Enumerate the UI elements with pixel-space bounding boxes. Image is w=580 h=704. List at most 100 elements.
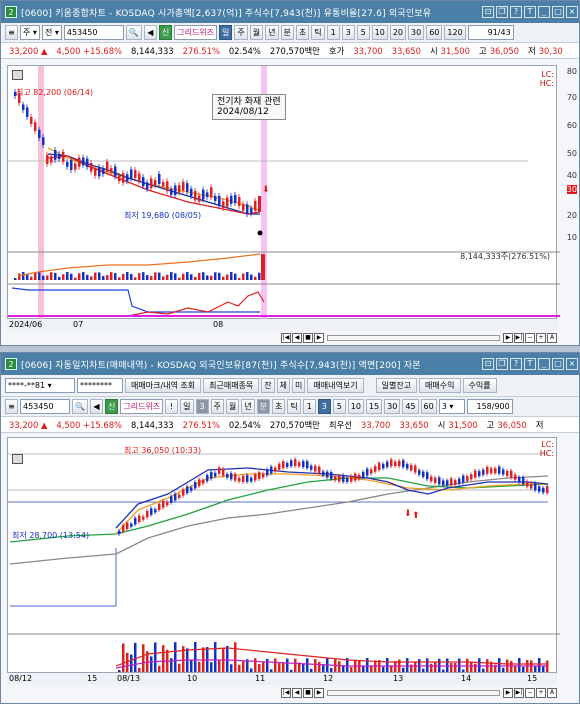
stock-name[interactable]: 그리드위즈 [120,399,164,414]
period-month[interactable]: 월 [225,399,240,414]
title-bar[interactable]: 2 [0606] 자동일지차트(매매내역) - KOSDAQ 외국인보유[87(… [1,353,579,375]
new-badge-icon[interactable]: 신 [158,25,173,40]
period-year[interactable]: 년 [265,25,279,40]
interval-5[interactable]: 5 [332,399,346,414]
scroll-track[interactable] [327,335,500,341]
period-week[interactable]: 주 [234,25,248,40]
interval-3[interactable]: 3 [317,399,331,414]
period-year[interactable]: 년 [241,399,255,414]
market-select[interactable]: 전 ▾ [41,25,62,40]
period-tick[interactable]: 틱 [287,399,301,414]
profit-rate-button[interactable]: 수익률 [462,378,497,393]
scroll-first-icon[interactable]: |◀ [281,688,291,698]
title-bar[interactable]: 2 [0600] 키움종합차트 - KOSDAQ 시가총액[2,637(억)] … [1,1,579,23]
count-input[interactable]: 91/43 [467,25,514,40]
close-icon[interactable]: × [566,358,578,370]
intraday-chart-area[interactable]: ⬇ ⬆ 최고 36,050 (10:33) 최저 28,700 (13:54) … [7,437,560,673]
period-minute[interactable]: 분 [256,399,271,414]
search-icon[interactable]: 🔍 [125,25,142,40]
interval-45[interactable]: 45 [402,399,419,414]
close-icon[interactable]: × [566,6,578,18]
interval-3[interactable]: 3 [341,25,355,40]
interval-select[interactable]: 3 ▾ [438,399,465,414]
period-tick[interactable]: 틱 [311,25,325,40]
link-icon[interactable]: ⊡ [482,358,494,370]
interval-30[interactable]: 30 [384,399,401,414]
menu-icon[interactable]: ≡ [5,399,18,414]
count-input[interactable]: 158/900 [466,399,513,414]
period-second[interactable]: 초 [295,25,310,40]
chart-menu-icon[interactable] [12,70,23,80]
stock-name[interactable]: 그리드위즈 [174,25,218,40]
minimize-icon[interactable]: _ [538,358,550,370]
help-icon[interactable]: ? [510,358,522,370]
settings-icon[interactable]: T [524,6,536,18]
scroll-last-icon[interactable]: ▶| [514,688,524,698]
recent-trades-button[interactable]: 최근매매종목 [203,378,260,393]
speaker-icon[interactable]: ◀ [143,25,157,40]
unexecuted-button[interactable]: 미 [292,378,306,393]
scroll-next-icon[interactable]: ▶ [314,333,324,343]
password-input[interactable]: ******** [77,378,123,393]
alert-button[interactable]: ! [165,399,179,414]
settings-icon[interactable]: T [524,358,536,370]
trade-profit-button[interactable]: 매매수익 [419,378,461,393]
period-second[interactable]: 초 [272,399,286,414]
interval-120[interactable]: 120 [444,25,466,40]
interval-10[interactable]: 10 [347,399,364,414]
zoom-out-icon[interactable]: − [525,688,535,698]
interval-30[interactable]: 30 [408,25,425,40]
stop-icon[interactable]: ■ [303,333,313,343]
zoom-in-icon[interactable]: + [536,333,546,343]
menu-icon[interactable]: ≡ [5,25,18,40]
price-chart-area[interactable]: ⬇ 최고 82,200 (06/14) 최저 19,680 (08/05) 전기… [7,65,560,320]
scroll-prev-icon[interactable]: ◀ [292,333,302,343]
restore-icon[interactable]: ❐ [496,358,508,370]
period-minute[interactable]: 분 [280,25,294,40]
link-icon[interactable]: ⊡ [482,6,494,18]
restore-icon[interactable]: ❐ [496,6,508,18]
interval-60[interactable]: 60 [426,25,443,40]
interval-15[interactable]: 15 [365,399,383,414]
trade-mark-query-button[interactable]: 매매마크/내역 조회 [125,378,202,393]
interval-1[interactable]: 1 [302,399,316,414]
search-icon[interactable]: 🔍 [72,399,88,414]
period-day[interactable]: 일 [180,399,194,414]
stop-icon[interactable]: ■ [303,688,313,698]
interval-20[interactable]: 20 [389,25,407,40]
maximize-icon[interactable]: □ [552,6,564,18]
scroll-next-icon[interactable]: ▶ [314,688,324,698]
scroll-first-icon[interactable]: |◀ [281,333,291,343]
interval-5[interactable]: 5 [356,25,370,40]
scroll-right-icon[interactable]: ▶ [503,688,513,698]
executed-button[interactable]: 체 [276,378,291,393]
balance-button[interactable]: 잔 [261,378,275,393]
chart-type-icon[interactable]: A [547,333,557,343]
period-select[interactable]: 주 ▾ [20,25,40,40]
view-trades-button[interactable]: 매매내역보기 [307,378,364,393]
minimize-icon[interactable]: _ [538,6,550,18]
scroll-right-icon[interactable]: ▶ [503,333,513,343]
help-icon[interactable]: ? [510,6,522,18]
interval-60[interactable]: 60 [420,399,437,414]
news-annotation-box[interactable]: 전기차 화재 관련 2024/08/12 [212,94,286,120]
zoom-out-icon[interactable]: − [525,333,535,343]
scroll-track[interactable] [327,690,500,696]
zoom-in-icon[interactable]: + [536,688,546,698]
scroll-prev-icon[interactable]: ◀ [292,688,302,698]
maximize-icon[interactable]: □ [552,358,564,370]
chart-menu-icon[interactable] [12,454,23,464]
period-day[interactable]: 일 [219,25,233,40]
period-step[interactable]: 3 [195,399,209,414]
interval-1[interactable]: 1 [326,25,340,40]
new-badge-icon[interactable]: 신 [104,399,119,414]
stock-code-input[interactable]: 453450 [20,399,70,414]
daily-balance-button[interactable]: 일별잔고 [375,378,418,393]
account-select[interactable]: ****-**81 ▾ [5,378,75,393]
scroll-last-icon[interactable]: ▶| [514,333,524,343]
period-week[interactable]: 주 [210,399,224,414]
interval-10[interactable]: 10 [371,25,388,40]
stock-code-input[interactable]: 453450 [63,25,124,40]
speaker-icon[interactable]: ◀ [89,399,103,414]
period-month[interactable]: 월 [249,25,264,40]
